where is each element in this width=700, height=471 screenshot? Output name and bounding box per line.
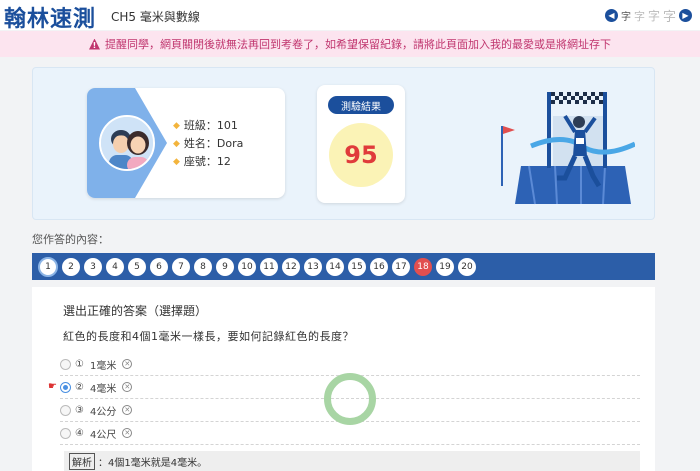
font-size-4[interactable]: 字	[663, 6, 676, 25]
close-circle-icon: ✕	[122, 405, 133, 415]
question-number-11[interactable]: 11	[260, 257, 278, 276]
question-number-18[interactable]: 18	[414, 257, 432, 276]
explanation-box: 解析 ：4個1毫米就是4毫米。	[64, 451, 640, 471]
result-panel: ◆ 班級：101 ◆ 姓名：Dora ◆ 座號：12 測驗結果 95	[32, 67, 655, 220]
pointer-hand-icon: ☛	[48, 381, 57, 392]
question-number-3[interactable]: 3	[84, 257, 102, 276]
star-icon: ◆	[173, 121, 180, 131]
profile-card: ◆ 班級：101 ◆ 姓名：Dora ◆ 座號：12	[87, 88, 285, 198]
question-number-4[interactable]: 4	[106, 257, 124, 276]
warning-banner: ! 提醒同學，網頁關閉後就無法再回到考卷了，如希望保留紀錄，請將此頁面加入我的最…	[0, 31, 700, 57]
question-card: 選出正確的答案（選擇題） 紅色的長度和4個1毫米一樣長，要如何記錄紅色的長度？ …	[32, 287, 655, 471]
option-number: ①	[75, 358, 84, 370]
font-smaller-icon[interactable]: ◀	[604, 9, 618, 22]
profile-info: ◆ 班級：101 ◆ 姓名：Dora ◆ 座號：12	[173, 117, 243, 171]
question-number-19[interactable]: 19	[436, 257, 454, 276]
font-size-3[interactable]: 字	[648, 7, 660, 24]
seat-label: 座號：12	[183, 155, 231, 168]
question-number-9[interactable]: 9	[216, 257, 234, 276]
loading-ring-icon	[324, 373, 376, 425]
radio-button-checked[interactable]	[60, 381, 71, 393]
score-value: 95	[329, 123, 393, 187]
close-circle-icon: ✕	[122, 382, 133, 392]
question-number-5[interactable]: 5	[128, 257, 146, 276]
question-number-2[interactable]: 2	[62, 257, 80, 276]
question-number-12[interactable]: 12	[282, 257, 300, 276]
chapter-title: CH5 毫米與數線	[111, 10, 200, 24]
option-text: 4毫米	[89, 383, 117, 395]
radio-button[interactable]	[60, 404, 71, 416]
name-label: 姓名：Dora	[183, 137, 244, 150]
explanation-text: ：4個1毫米就是4毫米。	[98, 457, 208, 469]
close-circle-icon: ✕	[122, 428, 133, 438]
font-size-1[interactable]: 字	[621, 8, 631, 23]
question-number-bar: 1 2 3 4 5 6 7 8 9 10 11 12 13 14 15 16 1…	[32, 253, 655, 280]
avatar	[99, 115, 155, 171]
question-number-7[interactable]: 7	[172, 257, 190, 276]
question-type: 選出正確的答案（選擇題）	[63, 304, 208, 318]
explanation-tag: 解析	[69, 452, 95, 470]
question-number-8[interactable]: 8	[194, 257, 212, 276]
question-number-14[interactable]: 14	[326, 257, 344, 276]
option-number: ②	[75, 381, 84, 393]
font-size-2[interactable]: 字	[634, 8, 645, 24]
option-number: ④	[75, 427, 84, 439]
question-number-20[interactable]: 20	[458, 257, 476, 276]
question-number-16[interactable]: 16	[370, 257, 388, 276]
brand-logo: 翰林速測	[4, 7, 97, 32]
option-4[interactable]: ④ 4公尺 ✕	[60, 422, 640, 445]
class-label: 班級：101	[183, 119, 238, 132]
font-size-control: ◀ 字 字 字 字 ▶	[604, 6, 692, 25]
option-number: ③	[75, 404, 84, 416]
option-text: 4公尺	[89, 429, 117, 441]
score-card: 測驗結果 95	[317, 85, 405, 203]
radio-button[interactable]	[60, 427, 71, 439]
star-icon: ◆	[173, 157, 180, 167]
question-number-17[interactable]: 17	[392, 257, 410, 276]
close-circle-icon: ✕	[122, 359, 133, 369]
question-number-13[interactable]: 13	[304, 257, 322, 276]
finish-line-illustration	[501, 92, 635, 205]
question-number-6[interactable]: 6	[150, 257, 168, 276]
warning-icon: !	[89, 38, 100, 50]
question-number-1[interactable]: 1	[38, 256, 58, 277]
question-number-10[interactable]: 10	[238, 257, 256, 276]
warning-text: 提醒同學，網頁關閉後就無法再回到考卷了，如希望保留紀錄，請將此頁面加入我的最愛或…	[105, 38, 611, 51]
option-text: 4公分	[89, 406, 117, 418]
star-icon: ◆	[173, 139, 180, 149]
score-label: 測驗結果	[328, 96, 394, 114]
answer-section-label: 您作答的內容：	[32, 233, 109, 246]
radio-button[interactable]	[60, 358, 71, 370]
option-text: 1毫米	[89, 360, 117, 372]
top-header: 翰林速測 CH5 毫米與數線 ◀ 字 字 字 字 ▶	[0, 0, 700, 32]
font-larger-icon[interactable]: ▶	[679, 9, 692, 22]
question-text: 紅色的長度和4個1毫米一樣長，要如何記錄紅色的長度？	[63, 330, 354, 343]
question-number-15[interactable]: 15	[348, 257, 366, 276]
